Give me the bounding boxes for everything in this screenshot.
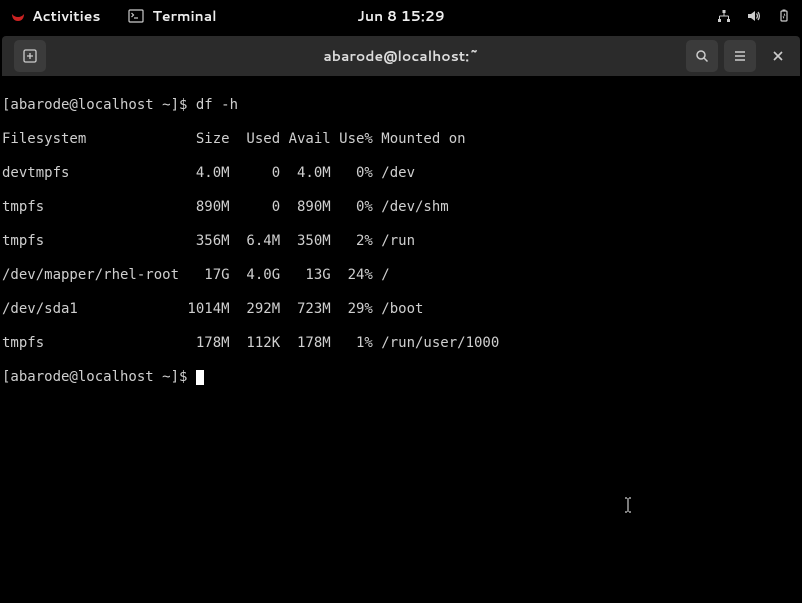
rhel-logo-icon <box>10 8 26 24</box>
close-button[interactable] <box>762 40 794 72</box>
power-icon[interactable] <box>776 8 792 24</box>
activities-button[interactable]: Activities <box>10 6 100 26</box>
df-header: Filesystem Size Used Avail Use% Mounted … <box>2 131 800 148</box>
mouse-ibeam-cursor <box>623 497 633 513</box>
hamburger-icon <box>732 48 748 64</box>
clock[interactable]: Jun 8 15:29 <box>357 6 444 26</box>
terminal-icon <box>128 8 144 24</box>
df-row: /dev/mapper/rhel-root 17G 4.0G 13G 24% / <box>2 267 800 284</box>
df-row: tmpfs 178M 112K 178M 1% /run/user/1000 <box>2 335 800 352</box>
df-row: tmpfs 890M 0 890M 0% /dev/shm <box>2 199 800 216</box>
text-cursor <box>196 370 204 385</box>
window-title: abarode@localhost:~ <box>323 46 478 66</box>
search-icon <box>694 48 710 64</box>
topbar-left: Activities Terminal <box>10 6 217 26</box>
terminal-body[interactable]: [abarode@localhost ~]$ df -h Filesystem … <box>2 76 800 601</box>
close-icon <box>771 49 785 63</box>
search-button[interactable] <box>686 40 718 72</box>
app-menu[interactable]: Terminal <box>128 6 216 26</box>
prompt-line: [abarode@localhost ~]$ <box>2 369 800 386</box>
df-row: tmpfs 356M 6.4M 350M 2% /run <box>2 233 800 250</box>
network-icon[interactable] <box>716 8 732 24</box>
df-row: devtmpfs 4.0M 0 4.0M 0% /dev <box>2 165 800 182</box>
app-name: Terminal <box>152 6 216 26</box>
prompt-line: [abarode@localhost ~]$ df -h <box>2 97 800 114</box>
volume-icon[interactable] <box>746 8 762 24</box>
window-headerbar: abarode@localhost:~ <box>2 36 800 76</box>
menu-button[interactable] <box>724 40 756 72</box>
gnome-topbar: Activities Terminal Jun 8 15:29 <box>0 0 802 32</box>
new-tab-icon <box>22 48 38 64</box>
new-tab-button[interactable] <box>14 40 46 72</box>
activities-label: Activities <box>32 6 100 26</box>
df-row: /dev/sda1 1014M 292M 723M 29% /boot <box>2 301 800 318</box>
topbar-right <box>716 8 792 24</box>
